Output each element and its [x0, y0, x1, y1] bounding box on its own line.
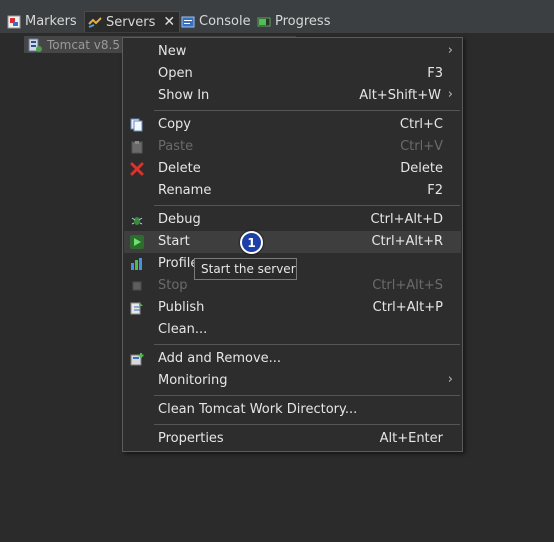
menu-item-label: Show In: [158, 88, 210, 103]
add-remove-icon: [130, 352, 144, 366]
menu-item-label: Copy: [158, 117, 191, 132]
menu-item-shortcut: F3: [427, 66, 443, 81]
paste-icon: [130, 140, 144, 154]
menu-item-properties[interactable]: Properties Alt+Enter: [124, 428, 461, 450]
progress-icon: [257, 15, 271, 29]
menu-item-clean[interactable]: Clean...: [124, 319, 461, 341]
menu-item-rename[interactable]: Rename F2: [124, 180, 461, 202]
menu-item-shortcut: Ctrl+V: [400, 139, 443, 154]
menu-item-clean-work-directory[interactable]: Clean Tomcat Work Directory...: [124, 399, 461, 421]
menu-item-label: Start: [158, 234, 190, 249]
view-tab-bar: Markers Servers ✕ Console Progress: [0, 0, 554, 34]
profile-icon: [130, 257, 144, 271]
menu-item-shortcut: Ctrl+C: [399, 117, 443, 132]
menu-separator: [154, 110, 460, 111]
menu-item-label: Profile: [158, 256, 199, 271]
tomcat-server-icon: [28, 38, 42, 52]
start-icon: [130, 235, 144, 249]
servers-icon: [88, 15, 102, 29]
menu-item-paste: Paste Ctrl+V: [124, 136, 461, 158]
menu-item-shortcut: Ctrl+Alt+D: [370, 212, 443, 227]
tab-label: Console: [199, 14, 251, 29]
tooltip: Start the server: [194, 258, 297, 280]
menu-item-label: Monitoring: [158, 373, 228, 388]
console-icon: [181, 15, 195, 29]
menu-item-label: New: [158, 44, 187, 59]
menu-item-shortcut: Ctrl+Alt+P: [372, 300, 443, 315]
submenu-arrow-icon: ›: [447, 87, 453, 102]
markers-icon: [7, 15, 21, 29]
menu-separator: [154, 424, 460, 425]
menu-item-shortcut: Ctrl+Alt+R: [371, 234, 443, 249]
menu-item-label: Publish: [158, 300, 205, 315]
menu-item-label: Clean Tomcat Work Directory...: [158, 402, 358, 417]
tab-label: Servers: [106, 14, 156, 30]
tab-servers[interactable]: Servers ✕: [84, 11, 181, 32]
menu-item-monitoring[interactable]: Monitoring ›: [124, 370, 461, 392]
menu-item-shortcut: Alt+Enter: [379, 431, 443, 446]
close-icon[interactable]: ✕: [163, 15, 175, 29]
submenu-arrow-icon: ›: [447, 43, 453, 58]
menu-item-label: Add and Remove...: [158, 351, 282, 366]
menu-item-start[interactable]: Start Ctrl+Alt+R: [124, 231, 461, 253]
menu-item-shortcut: Ctrl+Alt+S: [372, 278, 443, 293]
publish-icon: [130, 301, 144, 315]
step-number-badge: 1: [240, 231, 263, 254]
submenu-arrow-icon: ›: [447, 372, 453, 387]
context-menu: New › Open F3 Show In Alt+Shift+W › Copy…: [122, 37, 463, 452]
menu-item-show-in[interactable]: Show In Alt+Shift+W ›: [124, 85, 461, 107]
menu-item-shortcut: Alt+Shift+W: [359, 88, 441, 103]
menu-item-copy[interactable]: Copy Ctrl+C: [124, 114, 461, 136]
menu-item-label: Paste: [158, 139, 194, 154]
tab-console[interactable]: Console: [181, 11, 251, 32]
tab-progress[interactable]: Progress: [257, 11, 330, 32]
delete-icon: [130, 162, 144, 176]
menu-item-label: Stop: [158, 278, 188, 293]
menu-item-label: Rename: [158, 183, 212, 198]
stop-icon: [130, 279, 144, 293]
menu-item-label: Delete: [158, 161, 201, 176]
tab-label: Progress: [275, 14, 331, 29]
menu-item-label: Debug: [158, 212, 201, 227]
menu-item-publish[interactable]: Publish Ctrl+Alt+P: [124, 297, 461, 319]
menu-item-delete[interactable]: Delete Delete: [124, 158, 461, 180]
menu-item-label: Open: [158, 66, 193, 81]
menu-item-shortcut: F2: [427, 183, 443, 198]
menu-separator: [154, 205, 460, 206]
copy-icon: [130, 118, 144, 132]
menu-item-add-remove[interactable]: Add and Remove...: [124, 348, 461, 370]
menu-item-debug[interactable]: Debug Ctrl+Alt+D: [124, 209, 461, 231]
menu-item-open[interactable]: Open F3: [124, 63, 461, 85]
server-label: Tomcat v8.5 S: [47, 37, 132, 52]
tab-markers[interactable]: Markers: [7, 11, 77, 32]
menu-item-label: Clean...: [158, 322, 208, 337]
menu-separator: [154, 344, 460, 345]
menu-separator: [154, 395, 460, 396]
debug-icon: [130, 213, 144, 227]
menu-item-new[interactable]: New ›: [124, 41, 461, 63]
tab-label: Markers: [25, 14, 77, 29]
menu-item-shortcut: Delete: [400, 161, 443, 176]
menu-item-label: Properties: [158, 431, 224, 446]
